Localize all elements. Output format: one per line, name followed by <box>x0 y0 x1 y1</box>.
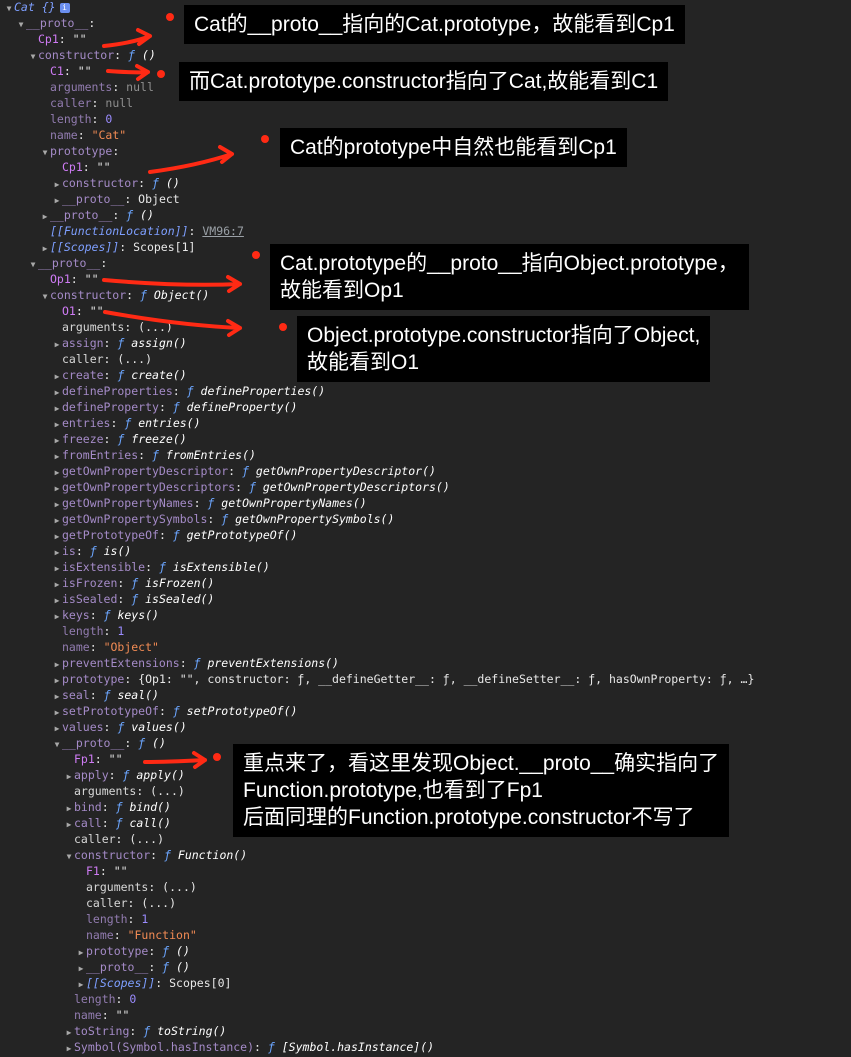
note-line: 故能看到Op1 <box>280 279 404 302</box>
red-dot-icon <box>213 753 221 761</box>
note-line: 后面同理的Function.prototype.constructor不写了 <box>243 806 695 829</box>
note-line: 而Cat.prototype.constructor指向了Cat,故能看到C1 <box>189 70 659 93</box>
red-dot-icon <box>279 323 287 331</box>
red-dot-icon <box>166 13 174 21</box>
annotation-note: Cat的__proto__指向的Cat.prototype，故能看到Cp1 <box>184 5 685 44</box>
note-line: Cat.prototype的__proto__指向Object.prototyp… <box>280 252 739 275</box>
red-arrow-icon <box>102 275 242 293</box>
note-line: Cat的prototype中自然也能看到Cp1 <box>290 136 617 159</box>
note-line: 故能看到O1 <box>307 351 420 374</box>
note-line: Function.prototype,也看到了Fp1 <box>243 779 543 802</box>
red-dot-icon <box>252 251 260 259</box>
red-dot-icon <box>157 70 165 78</box>
annotation-note: 重点来了，看这里发现Object.__proto__确实指向了 Function… <box>233 744 730 837</box>
annotation-note: Cat的prototype中自然也能看到Cp1 <box>280 128 627 167</box>
red-arrow-icon <box>148 145 234 174</box>
red-dot-icon <box>261 135 269 143</box>
red-arrow-icon <box>106 64 150 81</box>
note-line: Object.prototype.constructor指向了Object, <box>307 324 701 347</box>
red-arrow-icon <box>102 28 152 48</box>
red-arrow-icon <box>143 751 207 769</box>
annotation-note: 而Cat.prototype.constructor指向了Cat,故能看到C1 <box>179 62 669 101</box>
note-line: 重点来了，看这里发现Object.__proto__确实指向了 <box>243 752 720 775</box>
annotation-note: Object.prototype.constructor指向了Object, 故… <box>297 316 711 382</box>
annotation-note: Cat.prototype的__proto__指向Object.prototyp… <box>270 244 749 310</box>
red-arrow-icon <box>103 310 242 337</box>
note-line: Cat的__proto__指向的Cat.prototype，故能看到Cp1 <box>194 13 675 36</box>
